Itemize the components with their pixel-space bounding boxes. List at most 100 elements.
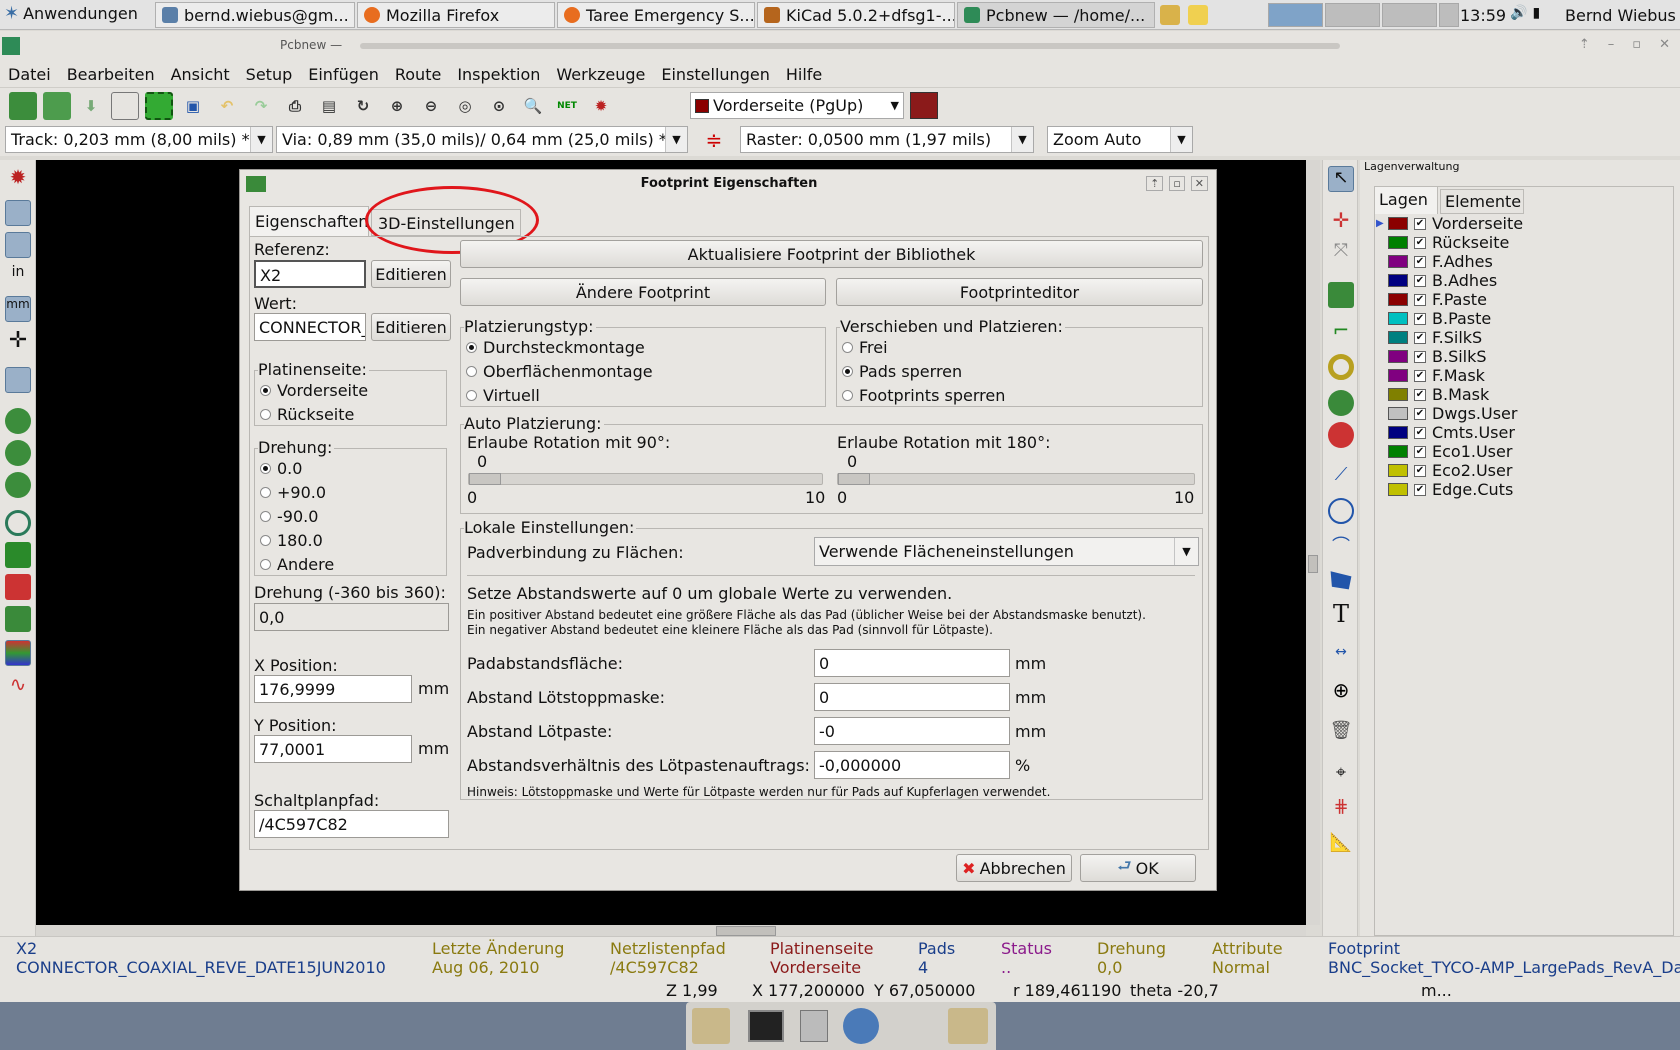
add-polygon-icon[interactable]	[1330, 571, 1352, 590]
clock[interactable]: 13:59	[1460, 6, 1506, 25]
add-via-icon[interactable]	[1328, 354, 1354, 380]
high-contrast-icon[interactable]	[5, 606, 31, 632]
layer-color-swatch[interactable]	[1388, 483, 1408, 496]
layer-row[interactable]: ✔ F.Adhes	[1388, 252, 1493, 271]
drehung-input[interactable]: 0,0	[254, 603, 449, 631]
layer-row[interactable]: ✔ Dwgs.User	[1388, 404, 1517, 423]
workspace-3[interactable]	[1382, 3, 1437, 27]
track-width-auto-icon[interactable]: ≑	[700, 128, 728, 152]
redo-icon[interactable]: ↷	[247, 92, 275, 120]
pad-connection-select[interactable]: Verwende Flächeneinstellungen ▼	[814, 537, 1199, 566]
track-width-select[interactable]: Track: 0,203 mm (8,00 mils) * ▼	[5, 126, 273, 153]
layer-row[interactable]: ✔ F.SilkS	[1388, 328, 1482, 347]
wert-edit-button[interactable]: Editieren	[371, 313, 451, 341]
slider-thumb[interactable]	[838, 473, 870, 485]
drc-off-icon[interactable]: ✹	[5, 165, 31, 191]
footprint-editor-button[interactable]: Footprinteditor	[836, 278, 1203, 306]
undo-icon[interactable]: ↶	[213, 92, 241, 120]
drill-origin-icon[interactable]: ⌖	[1328, 762, 1354, 788]
layer-visibility-checkbox[interactable]: ✔	[1414, 350, 1426, 363]
ratsnest-icon[interactable]	[5, 367, 31, 393]
notes-icon[interactable]	[1188, 5, 1208, 25]
add-text-icon[interactable]: T	[1328, 600, 1354, 628]
menu-datei[interactable]: Datei	[8, 65, 51, 84]
workspace-1[interactable]	[1268, 3, 1323, 27]
grid-toggle-icon[interactable]	[5, 200, 31, 226]
layer-visibility-checkbox[interactable]: ✔	[1414, 312, 1426, 325]
layer-row[interactable]: ✔ Edge.Cuts	[1388, 480, 1513, 499]
change-footprint-button[interactable]: Ändere Footprint	[460, 278, 826, 306]
close-icon[interactable]: ✕	[1659, 37, 1670, 52]
maximize-icon[interactable]: ▫	[1169, 176, 1185, 191]
plugin-icon[interactable]	[1160, 5, 1180, 25]
menu-route[interactable]: Route	[395, 65, 441, 84]
task-firefox[interactable]: Mozilla Firefox	[357, 2, 555, 28]
menu-einstellungen[interactable]: Einstellungen	[661, 65, 769, 84]
radio-footprints-sperren[interactable]: Footprints sperren	[842, 386, 1005, 405]
layer-visibility-checkbox[interactable]: ✔	[1414, 236, 1426, 249]
cancel-button[interactable]: ✖ Abbrechen	[956, 854, 1072, 882]
menu-einfuegen[interactable]: Einfügen	[308, 65, 379, 84]
layer-visibility-checkbox[interactable]: ✔	[1414, 464, 1426, 477]
rot180-slider[interactable]	[837, 473, 1195, 485]
zoom-in-icon[interactable]: ⊕	[383, 92, 411, 120]
select-arrow-icon[interactable]: ↖	[1328, 166, 1354, 192]
grid-select[interactable]: Raster: 0,0500 mm (1,97 mils) ▼	[740, 126, 1034, 153]
referenz-edit-button[interactable]: Editieren	[371, 260, 451, 288]
add-zone-icon[interactable]	[1328, 390, 1354, 416]
tab-lagen[interactable]: Lagen	[1374, 186, 1438, 214]
layer-visibility-checkbox[interactable]: ✔	[1414, 331, 1426, 344]
user-name[interactable]: Bernd Wiebus	[1565, 6, 1676, 25]
pad-sketch-icon[interactable]	[5, 510, 31, 536]
layers-manager-icon[interactable]	[5, 640, 31, 666]
radio-oberflaeche[interactable]: Oberflächenmontage	[466, 362, 653, 381]
print-icon[interactable]: ⎙	[281, 92, 309, 120]
radio-rot-180[interactable]: 180.0	[260, 531, 323, 550]
task-pcbnew[interactable]: Pcbnew — /home/...	[957, 2, 1155, 28]
cursor-shape-icon[interactable]: ✛	[5, 328, 31, 354]
add-line-icon[interactable]: ⟋	[1328, 464, 1354, 490]
layer-row[interactable]: ✔ B.Adhes	[1388, 271, 1497, 290]
zoom-out-icon[interactable]: ⊖	[417, 92, 445, 120]
zone-icon[interactable]	[5, 408, 31, 434]
layer-visibility-checkbox[interactable]: ✔	[1414, 369, 1426, 382]
workspace-2[interactable]	[1325, 3, 1380, 27]
save-icon[interactable]: ⬇	[77, 92, 105, 120]
ok-button[interactable]: ⮐ OK	[1080, 854, 1196, 882]
polar-coords-icon[interactable]	[5, 232, 31, 258]
radio-virtuell[interactable]: Virtuell	[466, 386, 540, 405]
applications-menu[interactable]: ✶ Anwendungen	[4, 3, 138, 24]
workspace-4[interactable]	[1439, 3, 1459, 27]
referenz-input[interactable]: X2	[254, 260, 366, 288]
task-firefox-taree[interactable]: Taree Emergency S...	[557, 2, 755, 28]
scroll-thumb[interactable]	[1308, 555, 1318, 573]
x-position-input[interactable]: 176,9999	[254, 675, 412, 703]
network-icon[interactable]: ▮	[1532, 5, 1540, 21]
netlist-icon[interactable]: NET	[553, 92, 581, 120]
layer-visibility-checkbox[interactable]: ✔	[1414, 255, 1426, 268]
radio-pads-sperren[interactable]: Pads sperren	[842, 362, 962, 381]
grid-origin-icon[interactable]: ⋕	[1328, 796, 1354, 822]
layer-select[interactable]: Vorderseite (PgUp) ▼	[690, 92, 904, 119]
track-sketch-icon[interactable]	[5, 574, 31, 600]
radio-durchsteck[interactable]: Durchsteckmontage	[466, 338, 645, 357]
shade-icon[interactable]: ⇡	[1579, 37, 1590, 52]
paste-clearance-input[interactable]: -0	[814, 717, 1010, 745]
inch-units-icon[interactable]: in	[5, 264, 31, 290]
layer-color-swatch[interactable]	[1388, 369, 1408, 382]
menu-ansicht[interactable]: Ansicht	[171, 65, 230, 84]
rot90-slider[interactable]	[468, 473, 823, 485]
radio-rot-andere[interactable]: Andere	[260, 555, 334, 574]
layer-color-swatch[interactable]	[1388, 445, 1408, 458]
via-size-select[interactable]: Via: 0,89 mm (35,0 mils)/ 0,64 mm (25,0 …	[276, 126, 688, 153]
terminal-icon[interactable]	[748, 1010, 784, 1042]
layer-row[interactable]: ✔ Rückseite	[1388, 233, 1509, 252]
radio-vorderseite[interactable]: Vorderseite	[260, 381, 368, 400]
via-sketch-icon[interactable]	[5, 542, 31, 568]
shade-icon[interactable]: ⇡	[1146, 176, 1164, 191]
layer-color-swatch[interactable]	[1388, 350, 1408, 363]
layer-color-swatch[interactable]	[1388, 331, 1408, 344]
tab-eigenschaften[interactable]: Eigenschaften	[249, 206, 369, 236]
task-kicad[interactable]: KiCad 5.0.2+dfsg1-...	[757, 2, 955, 28]
layer-row[interactable]: ✔ B.SilkS	[1388, 347, 1487, 366]
